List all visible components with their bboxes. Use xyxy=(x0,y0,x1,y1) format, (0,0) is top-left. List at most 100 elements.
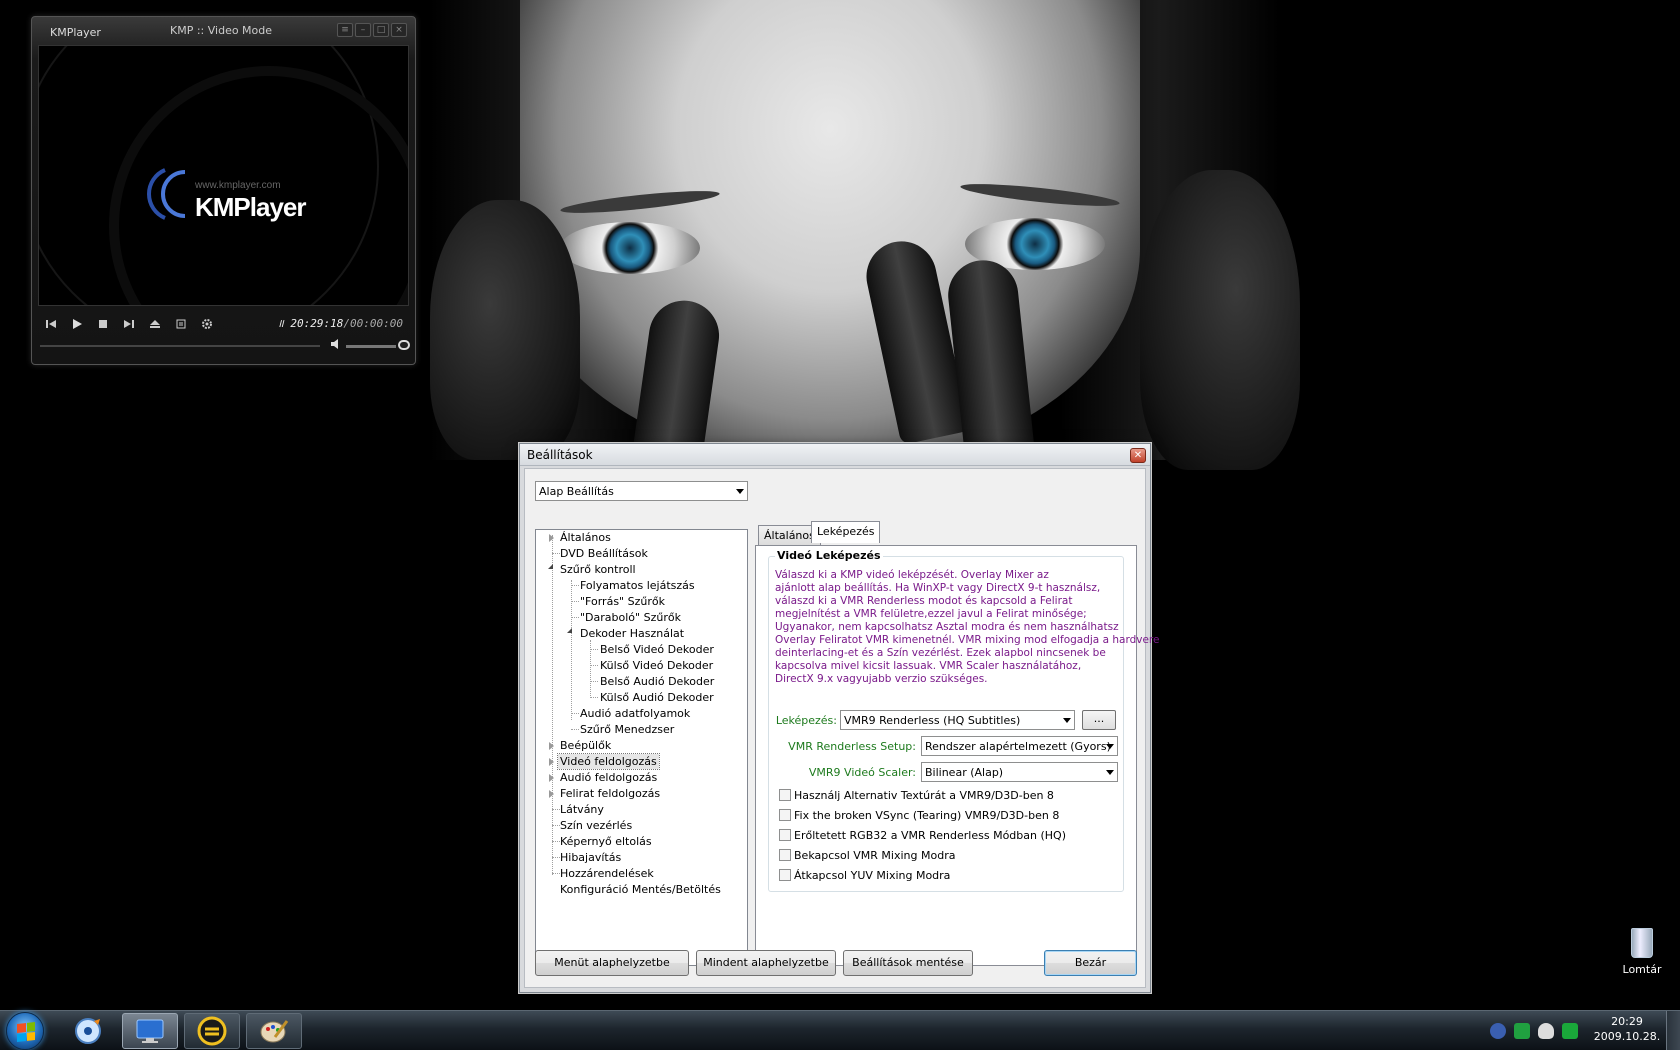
tree-item-altalanos[interactable]: Általános xyxy=(560,530,611,545)
maximize-icon[interactable]: □ xyxy=(373,23,389,37)
tray-green-icon[interactable] xyxy=(1514,1023,1530,1039)
checkbox-label: Fix the broken VSync (Tearing) VMR9/D3D-… xyxy=(794,809,1060,822)
tree-item-beepulok[interactable]: Beépülők xyxy=(560,738,611,753)
video-screen[interactable]: www.kmplayer.com KMPlayer xyxy=(38,45,409,306)
expand-icon[interactable] xyxy=(549,742,554,750)
tray-security-icon[interactable] xyxy=(1538,1023,1554,1039)
recycle-bin-icon[interactable] xyxy=(1631,928,1653,958)
checkbox-box[interactable] xyxy=(779,789,791,801)
volume-slider[interactable] xyxy=(346,345,396,348)
tree-item-kulso-audio[interactable]: Külső Audió Dekoder xyxy=(600,690,714,705)
reset-all-button[interactable]: Mindent alaphelyzetbe xyxy=(696,950,836,976)
reset-menu-button[interactable]: Menüt alaphelyzetbe xyxy=(535,950,689,976)
settings-tree[interactable]: Általános DVD Beállítások Szűrő kontroll… xyxy=(535,529,748,966)
tab-panel-lekepezes: Videó Leképezés Válaszd ki a KMP videó l… xyxy=(755,545,1159,966)
expand-icon[interactable] xyxy=(549,790,554,798)
tree-item-felirat[interactable]: Felirat feldolgozás xyxy=(560,786,660,801)
close-icon[interactable]: × xyxy=(391,23,407,37)
tree-item-kepernyo[interactable]: Képernyő eltolás xyxy=(560,834,652,849)
checkbox-force-rgb32[interactable]: Erőltetett RGB32 a VMR Renderless Módban… xyxy=(779,829,1066,843)
checkbox-box[interactable] xyxy=(779,829,791,841)
dialog-titlebar[interactable]: Beállítások ✕ xyxy=(520,444,1150,466)
taskbar-paint[interactable] xyxy=(246,1013,302,1049)
tree-item-forras[interactable]: "Forrás" Szűrők xyxy=(580,594,665,609)
expand-icon[interactable] xyxy=(549,774,554,782)
tree-item-belso-audio[interactable]: Belső Audió Dekoder xyxy=(600,674,714,689)
tab-lekepezes[interactable]: Leképezés xyxy=(811,521,881,543)
tree-item-video-feldolgozas[interactable]: Videó feldolgozás xyxy=(557,753,660,770)
kmplayer-titlebar[interactable]: KMPlayer KMP :: Video Mode ≡ – □ × xyxy=(32,17,415,43)
kmplayer-app-title: KMPlayer xyxy=(50,26,101,39)
checkbox-vmr-mixing[interactable]: Bekapcsol VMR Mixing Modra xyxy=(779,849,955,863)
play-icon[interactable] xyxy=(64,314,90,334)
checkbox-label: Bekapcsol VMR Mixing Modra xyxy=(794,849,956,862)
time-display: ॥ 20:29:18/00:00:00 xyxy=(277,316,403,331)
scaler-select[interactable]: Bilinear (Alap) xyxy=(921,762,1118,782)
tree-item-szin[interactable]: Szín vezérlés xyxy=(560,818,632,833)
tree-item-folyamatos[interactable]: Folyamatos lejátszás xyxy=(580,578,695,593)
time-total: /00:00:00 xyxy=(343,317,403,330)
save-settings-button[interactable]: Beállítások mentése xyxy=(843,950,973,976)
collapse-icon[interactable] xyxy=(548,564,553,569)
next-icon[interactable] xyxy=(116,314,142,334)
chevron-down-icon xyxy=(1063,718,1071,723)
playback-controls: ॥ 20:29:18/00:00:00 xyxy=(38,312,409,336)
show-desktop-button[interactable] xyxy=(1666,1011,1680,1050)
stop-icon[interactable] xyxy=(90,314,116,334)
tree-item-dvd[interactable]: DVD Beállítások xyxy=(560,546,648,561)
close-button[interactable]: Bezár xyxy=(1044,950,1137,976)
close-icon[interactable]: ✕ xyxy=(1130,448,1146,463)
taskbar-media-player[interactable] xyxy=(60,1013,116,1049)
taskbar-app[interactable] xyxy=(184,1013,240,1049)
collapse-icon[interactable] xyxy=(567,628,572,633)
chevron-down-icon xyxy=(736,489,744,494)
settings-gear-icon[interactable] xyxy=(194,314,220,334)
previous-icon[interactable] xyxy=(38,314,64,334)
preset-select[interactable]: Alap Beállítás xyxy=(535,481,748,501)
playlist-icon[interactable] xyxy=(168,314,194,334)
dialog-title: Beállítások xyxy=(527,448,593,462)
expand-icon[interactable] xyxy=(549,758,554,766)
tree-guide xyxy=(552,873,560,874)
settings-dialog[interactable]: Beállítások ✕ Alap Beállítás Általános D… xyxy=(519,443,1159,993)
checkbox-fix-vsync[interactable]: Fix the broken VSync (Tearing) VMR9/D3D-… xyxy=(779,809,1059,823)
kmplayer-window[interactable]: KMPlayer KMP :: Video Mode ≡ – □ × www.k… xyxy=(31,16,416,365)
tray-update-icon[interactable] xyxy=(1490,1023,1506,1039)
seek-bar[interactable] xyxy=(40,345,320,347)
checkbox-yuv-mixing[interactable]: Átkapcsol YUV Mixing Modra xyxy=(779,869,950,883)
menu-icon[interactable]: ≡ xyxy=(337,23,353,37)
eject-icon[interactable] xyxy=(142,314,168,334)
tree-item-hibajavitas[interactable]: Hibajavítás xyxy=(560,850,621,865)
tree-item-szuro-kontroll[interactable]: Szűrő kontroll xyxy=(560,562,636,577)
tree-item-kulso-video[interactable]: Külső Videó Dekoder xyxy=(600,658,713,673)
taskbar: 20:29 2009.10.28. xyxy=(0,1010,1680,1050)
tree-item-audio-feldolgozas[interactable]: Audió feldolgozás xyxy=(560,770,657,785)
kmplayer-taskbar-icon xyxy=(136,1019,164,1043)
start-button[interactable] xyxy=(6,1012,44,1050)
tree-item-audio-adatfolyamok[interactable]: Audió adatfolyamok xyxy=(580,706,690,721)
tree-item-belso-video[interactable]: Belső Videó Dekoder xyxy=(600,642,714,657)
taskbar-clock[interactable]: 20:29 2009.10.28. xyxy=(1590,1014,1664,1044)
tree-item-szuro-menedzser[interactable]: Szűrő Menedzser xyxy=(580,722,674,737)
checkbox-alt-texture[interactable]: Használj Alternativ Textúrát a VMR9/D3D-… xyxy=(779,789,1054,803)
checkbox-box[interactable] xyxy=(779,849,791,861)
tray-network-icon[interactable] xyxy=(1562,1023,1578,1039)
checkbox-box[interactable] xyxy=(779,809,791,821)
taskbar-kmplayer[interactable] xyxy=(122,1013,178,1049)
renderer-select[interactable]: VMR9 Renderless (HQ Subtitles) xyxy=(840,710,1075,730)
tree-item-konfiguracio[interactable]: Konfiguráció Mentés/Betöltés xyxy=(560,882,721,897)
setup-select[interactable]: Rendszer alapértelmezett (Gyors) xyxy=(921,736,1118,756)
tree-guide xyxy=(552,535,553,875)
recycle-bin-label: Lomtár xyxy=(1622,963,1662,976)
speaker-icon[interactable] xyxy=(330,338,342,353)
tree-item-hozzarendelesek[interactable]: Hozzárendelések xyxy=(560,866,654,881)
tree-item-darabolo[interactable]: "Daraboló" Szűrők xyxy=(580,610,681,625)
tree-item-latvany[interactable]: Látvány xyxy=(560,802,604,817)
recycle-bin[interactable]: Lomtár xyxy=(1612,928,1672,984)
renderer-more-button[interactable]: ... xyxy=(1082,710,1116,730)
expand-icon[interactable] xyxy=(549,534,554,542)
checkbox-box[interactable] xyxy=(779,869,791,881)
tree-item-dekoder[interactable]: Dekoder Használat xyxy=(580,626,684,641)
minimize-icon[interactable]: – xyxy=(355,23,371,37)
volume-slider-handle[interactable] xyxy=(398,340,410,350)
